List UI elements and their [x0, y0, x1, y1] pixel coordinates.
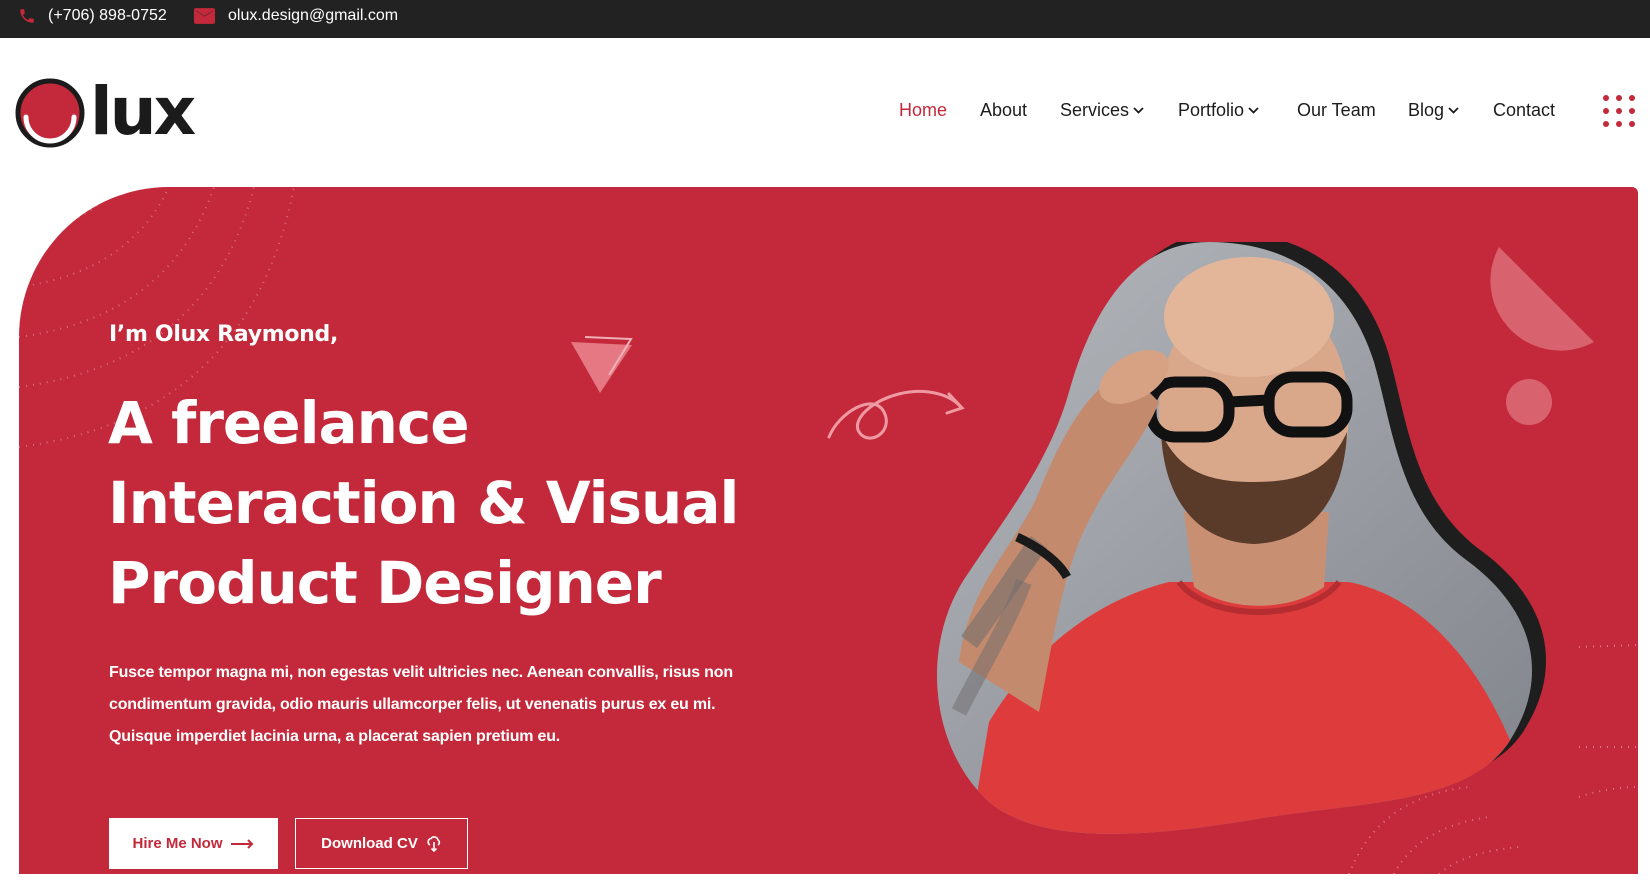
main-nav: Home About Services Portfolio Our Team B…: [0, 100, 1650, 124]
email-address: olux.design@gmail.com: [228, 7, 399, 24]
nav-item-home[interactable]: Home: [899, 100, 947, 121]
nav-item-our-team[interactable]: Our Team: [1297, 100, 1376, 121]
nav-item-contact[interactable]: Contact: [1493, 100, 1555, 121]
nav-item-label: Blog: [1408, 100, 1445, 120]
chevron-down-icon: [1133, 107, 1144, 114]
hero-description: Fusce tempor magna mi, non egestas velit…: [109, 657, 759, 753]
headline-line: Interaction & Visual: [108, 469, 739, 537]
description-line: Quisque imperdiet lacinia urna, a placer…: [109, 728, 561, 745]
intro-text: I’m Olux Raymond,: [109, 322, 339, 347]
top-bar: (+706) 898-0752 olux.design@gmail.com: [0, 0, 1650, 38]
dots-grid-icon[interactable]: [1603, 95, 1637, 131]
chevron-down-icon: [1448, 107, 1459, 114]
envelope-icon: [194, 8, 215, 24]
nav-item-label: About: [980, 100, 1028, 120]
nav-item-services[interactable]: Services: [1060, 100, 1144, 121]
hero-headline: A freelance Interaction & Visual Product…: [108, 383, 808, 623]
nav-item-about[interactable]: About: [980, 100, 1027, 121]
phone-icon: [20, 9, 34, 23]
chevron-down-icon: [1248, 107, 1259, 114]
headline-line: A freelance: [108, 389, 470, 457]
nav-item-label: Our Team: [1297, 100, 1376, 120]
nav-item-label: Portfolio: [1178, 100, 1245, 120]
nav-item-label: Services: [1060, 100, 1130, 120]
description-line: condimentum gravida, odio mauris ullamco…: [109, 696, 716, 713]
description-line: Fusce tempor magna mi, non egestas velit…: [109, 664, 733, 681]
designer-portrait: [936, 242, 1546, 834]
download-cv-button[interactable]: Download CV: [295, 818, 468, 869]
headline-line: Product Designer: [108, 549, 662, 617]
nav-item-label: Contact: [1493, 100, 1556, 120]
topbar-email[interactable]: olux.design@gmail.com: [194, 0, 398, 32]
arrow-right-icon: [230, 838, 253, 849]
hire-me-button[interactable]: Hire Me Now: [109, 818, 278, 869]
cloud-download-icon: [427, 835, 440, 852]
hire-me-label: Hire Me Now: [132, 835, 223, 852]
hero-section: I’m Olux Raymond, A freelance Interactio…: [19, 187, 1638, 874]
nav-item-blog[interactable]: Blog: [1408, 100, 1459, 121]
nav-item-portfolio[interactable]: Portfolio: [1178, 100, 1259, 121]
download-cv-label: Download CV: [321, 835, 418, 852]
nav-item-label: Home: [899, 100, 948, 120]
phone-number: (+706) 898-0752: [48, 7, 167, 24]
topbar-phone[interactable]: (+706) 898-0752: [18, 0, 167, 32]
